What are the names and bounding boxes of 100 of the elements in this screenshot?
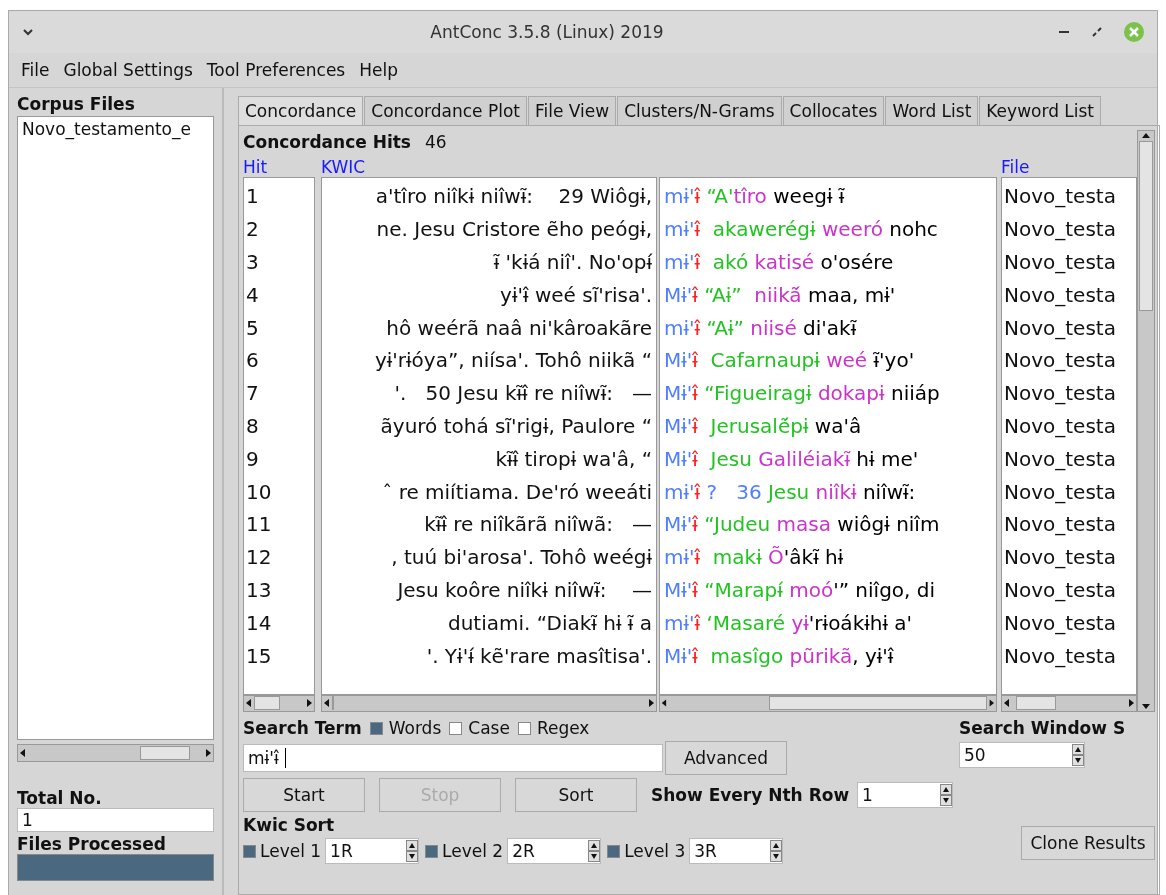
file-name: Novo_testa [1004,414,1116,439]
scrollbar-thumb[interactable] [254,696,280,711]
tab[interactable]: Collocates [782,96,885,125]
left-context: yɨ'rɨóya”, niísa'. Tohô niikã “ [374,348,652,373]
hit-number: 11 [246,512,272,537]
column-header[interactable]: File [1001,157,1030,178]
checkbox[interactable] [449,721,463,735]
spinner-arrows-icon[interactable] [1072,744,1084,766]
nth-row-label: Show Every Nth Row [651,785,850,805]
checkbox-label: Level 3 [624,841,686,861]
checkbox-label: Regex [536,718,590,738]
menu-item[interactable]: File [21,60,50,80]
left-context: ɨ̃ 'kɨá niî'. No'opɨ́ [493,250,652,275]
kwic-sort-label: Kwic Sort [243,815,336,835]
left-context: kɨ̃ɨ̂ tiropɨ wa'â, “ [495,446,652,471]
sort-level-spinner[interactable]: 3R [689,838,784,864]
total-no-field: 1 [17,808,214,832]
search-window-spinner[interactable]: 50 [959,742,1085,768]
restore-icon[interactable] [1091,26,1103,38]
spinner-arrows-icon[interactable] [588,840,601,862]
right-context: Mɨ'ɨ̂ masîgo pũrikã, yɨ'ɨ̂ [664,643,894,668]
tab[interactable]: Keyword List [979,96,1102,125]
left-context: '. 50 Jesu kɨ̃ɨ̂ re niîwɨ̃: — [394,381,652,406]
scrollbar-thumb[interactable] [1139,141,1153,311]
menu-item[interactable]: Tool Preferences [206,60,346,80]
hit-number: 8 [246,414,259,439]
right-context: mɨ'ɨ̂ “A'tîro weegɨ ɨ̃ [664,184,845,209]
hit-number: 13 [246,578,272,603]
file-name: Novo_testa [1004,250,1116,275]
minimize-icon[interactable] [1059,30,1071,34]
nth-row-spinner[interactable]: 1 [857,782,954,808]
column-header[interactable]: Hit [243,157,268,178]
scrollbar-thumb[interactable] [768,696,988,711]
file-name: Novo_testa [1004,479,1116,504]
scroll-left-icon[interactable] [660,698,669,709]
total-no-label: Total No. [17,788,103,808]
right-context: mɨ'ɨ̂ makɨ Õ'âkɨ̃ hɨ [664,545,844,570]
scrollbar-thumb[interactable] [332,696,334,711]
scrollbar-thumb[interactable] [140,746,190,760]
sort-level-spinner[interactable]: 2R [507,838,602,864]
right-context: Mɨ'ɨ̂ Cafarnaupɨ weé ɨ̃'yo' [664,348,915,373]
hit-number: 9 [246,446,259,471]
tab[interactable]: File View [528,96,617,125]
concordance-hits-count: 46 [424,132,447,152]
spinner-arrows-icon[interactable] [940,784,953,806]
search-term-label: Search Term [243,718,362,738]
menu-item[interactable]: Help [359,60,398,80]
scroll-right-icon[interactable] [203,748,213,758]
checkbox-label: Level 2 [442,841,504,861]
corpus-file-item[interactable]: Novo_testamento_e [22,119,209,139]
left-context: ãyuró tohá sĩ'rigɨ, Paulore “ [380,414,652,439]
right-context: Mɨ'ɨ̂ “Marapɨ́ moó'” niîgo, di [664,578,936,603]
sort-level-spinner[interactable]: 1R [325,838,420,864]
checkbox-label: Level 1 [260,841,322,861]
left-context: ˆ re miítiama. De'ró weeáti [382,479,652,504]
file-name: Novo_testa [1004,315,1116,340]
scroll-left-icon[interactable] [322,698,332,709]
scroll-right-icon[interactable] [646,698,656,709]
action-button[interactable]: Start [243,778,365,812]
checkbox[interactable] [607,844,621,858]
search-term-field[interactable]: mɨ'ɨ̂ [243,744,663,772]
file-name: Novo_testa [1004,545,1116,570]
left-context: yɨ'ɨ̂ weé sĩ'risa'. [500,282,652,307]
scrollbar-thumb[interactable] [1016,696,1056,711]
hit-number: 15 [246,643,272,668]
advanced-button[interactable]: Advanced [665,741,787,775]
checkbox[interactable] [517,721,531,735]
scroll-left-icon[interactable] [1002,698,1012,709]
checkbox[interactable] [425,844,439,858]
file-name: Novo_testa [1004,381,1116,406]
file-name: Novo_testa [1004,184,1116,209]
checkbox-label: Words [388,718,442,738]
right-context: Mɨ'ɨ̂ Jesu Galiléiakɨ̃ hɨ me' [664,446,919,471]
tab[interactable]: Concordance Plot [364,96,527,125]
left-context: dutiami. “Diakɨ̃ hɨ ɨ̃ a [448,610,652,635]
tab[interactable]: Concordance [238,96,364,125]
spinner-arrows-icon[interactable] [770,840,783,862]
menu-item[interactable]: Global Settings [63,60,193,80]
scroll-left-icon[interactable] [18,748,28,758]
file-name: Novo_testa [1004,446,1116,471]
hit-number: 14 [246,610,272,635]
file-name: Novo_testa [1004,512,1116,537]
action-button[interactable]: Sort [515,778,637,812]
checkbox[interactable] [369,721,383,735]
clone-results-button[interactable]: Clone Results [1021,826,1155,860]
corpus-files-label: Corpus Files [17,94,136,114]
column-header[interactable]: KWIC [321,157,366,178]
tab[interactable]: Clusters/N-Grams [617,96,782,125]
left-context: kɨ̃ɨ̂ re niîkãrã niîwã: — [424,512,652,537]
chevron-down-icon[interactable] [21,27,35,37]
file-name: Novo_testa [1004,217,1116,242]
left-context: ne. Jesu Cristore ẽho peógɨ, [376,217,652,242]
hit-number: 12 [246,545,272,570]
spinner-arrows-icon[interactable] [406,840,419,862]
scroll-down-icon[interactable] [1141,701,1151,711]
scroll-right-icon[interactable] [304,698,314,709]
tab[interactable]: Word List [885,96,979,125]
right-context: mɨ'ɨ̂ “Aɨ” niisé di'akɨ̃ [664,315,857,340]
checkbox[interactable] [243,844,256,858]
hit-number: 10 [246,479,272,504]
